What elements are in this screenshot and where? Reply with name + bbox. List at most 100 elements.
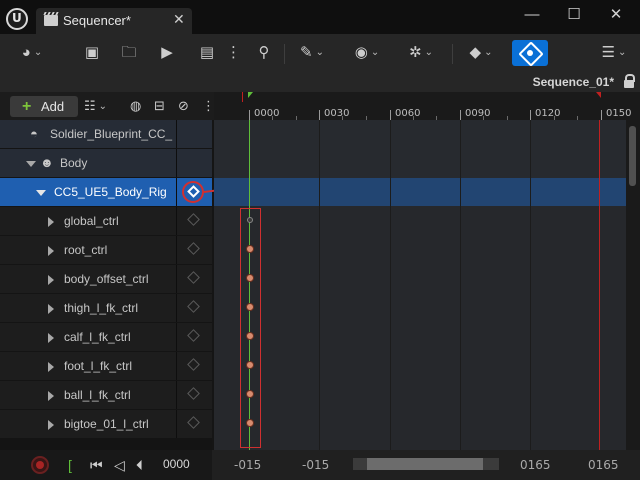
playback-end-line[interactable] bbox=[599, 120, 600, 450]
track-row-ctrl[interactable]: root_ctrl bbox=[0, 236, 212, 264]
sequence-bar: Sequence_01* bbox=[0, 72, 640, 92]
track-outliner: ◓ Soldier_Blueprint_CC_ ☻ Body CC5_UE5_B… bbox=[0, 120, 212, 450]
world-menu-button[interactable]: ◕ ⌄ bbox=[12, 42, 52, 64]
expand-arrow-icon[interactable] bbox=[48, 333, 54, 343]
filter-menu-button[interactable]: ☷ ⌄ bbox=[84, 96, 116, 116]
sequence-name[interactable]: Sequence_01* bbox=[533, 75, 614, 89]
record-button[interactable] bbox=[31, 456, 49, 474]
window-maximize-button[interactable]: ☐ bbox=[560, 4, 588, 26]
playback-bar: [ ⏮ ◁ ⏴ 0000 -015 -015 0165 0165 bbox=[0, 450, 640, 480]
track-row-ctrl[interactable]: foot_l_fk_ctrl bbox=[0, 352, 212, 380]
tab-sequencer[interactable]: Sequencer* ✕ bbox=[36, 8, 192, 34]
keyframe[interactable] bbox=[246, 419, 254, 427]
unreal-logo-icon[interactable] bbox=[6, 8, 28, 30]
grid-line bbox=[319, 120, 320, 450]
track-row-ctrl[interactable]: calf_l_fk_ctrl bbox=[0, 323, 212, 351]
actor-icon: ◓ bbox=[30, 126, 38, 141]
ruler-tick bbox=[460, 110, 461, 120]
more-options-button[interactable]: ⋮ bbox=[226, 42, 241, 64]
clapper-icon bbox=[44, 15, 58, 26]
track-options-button[interactable]: ⊟ bbox=[154, 96, 170, 116]
timeline-ruler[interactable]: 0000 0030 0060 0090 0120 0150 bbox=[214, 92, 640, 120]
scrollbar-thumb[interactable] bbox=[629, 126, 636, 186]
view-range-end[interactable]: 0165 bbox=[588, 458, 619, 472]
jump-to-start-button[interactable]: [ bbox=[68, 454, 72, 476]
add-track-button[interactable]: + Add bbox=[10, 96, 78, 117]
track-row-soldier[interactable]: ◓ Soldier_Blueprint_CC_ bbox=[0, 120, 212, 148]
ruler-tick bbox=[249, 110, 250, 120]
keyframe[interactable] bbox=[247, 217, 253, 223]
current-frame-display[interactable]: 0000 bbox=[163, 457, 190, 471]
window-close-button[interactable]: ✕ bbox=[602, 4, 630, 26]
link-button[interactable]: ⊘ bbox=[178, 96, 194, 116]
track-label: Soldier_Blueprint_CC_ bbox=[50, 127, 173, 141]
expand-arrow-icon[interactable] bbox=[48, 275, 54, 285]
track-row-ctrl[interactable]: thigh_l_fk_ctrl bbox=[0, 294, 212, 322]
lock-icon[interactable] bbox=[624, 74, 635, 88]
gear-icon: ✲ bbox=[409, 44, 422, 61]
add-key-icon[interactable] bbox=[187, 300, 200, 313]
play-reverse-button[interactable]: ⏴ bbox=[136, 454, 143, 476]
add-key-icon[interactable] bbox=[187, 242, 200, 255]
mute-button[interactable]: ◍ bbox=[130, 96, 146, 116]
vertical-scrollbar[interactable] bbox=[626, 120, 640, 450]
tab-close-button[interactable]: ✕ bbox=[173, 11, 185, 28]
save-button[interactable]: ▣ bbox=[82, 42, 102, 64]
track-label: Body bbox=[60, 156, 88, 170]
add-key-icon[interactable] bbox=[187, 416, 200, 429]
expand-arrow-icon[interactable] bbox=[48, 246, 54, 256]
track-row-control-rig[interactable]: CC5_UE5_Body_Rig bbox=[0, 178, 212, 206]
range-scrollbar[interactable] bbox=[353, 458, 499, 470]
range-scrollbar-thumb[interactable] bbox=[367, 458, 483, 470]
expand-arrow-icon[interactable] bbox=[48, 391, 54, 401]
track-row-ctrl[interactable]: ball_l_fk_ctrl bbox=[0, 381, 212, 409]
expand-arrow-icon[interactable] bbox=[48, 362, 54, 372]
tools-menu-button[interactable]: ✎ ⌄ bbox=[292, 42, 332, 64]
more-outliner-button[interactable]: ⋮ bbox=[202, 96, 215, 116]
settings-menu-button[interactable]: ✲ ⌄ bbox=[400, 42, 442, 64]
clapper-icon: ▤ bbox=[199, 44, 215, 61]
render-button[interactable]: ▤ bbox=[196, 42, 218, 64]
keyframe[interactable] bbox=[246, 303, 254, 311]
add-key-icon[interactable] bbox=[187, 271, 200, 284]
track-label: root_ctrl bbox=[64, 243, 108, 257]
keyframe[interactable] bbox=[246, 361, 254, 369]
toolbar-divider bbox=[284, 44, 285, 64]
view-range-start[interactable]: -015 bbox=[234, 458, 261, 472]
previous-frame-button[interactable]: ⏮ bbox=[90, 454, 103, 476]
working-range-start[interactable]: -015 bbox=[302, 458, 329, 472]
add-key-icon[interactable] bbox=[187, 213, 200, 226]
key-interpolation-button[interactable]: ◆ ⌄ bbox=[460, 42, 502, 64]
playhead-handle[interactable] bbox=[248, 92, 253, 98]
collapse-arrow-icon[interactable] bbox=[36, 190, 46, 196]
browse-button[interactable]: 🗀 bbox=[118, 42, 140, 64]
track-row-ctrl[interactable]: body_offset_ctrl bbox=[0, 265, 212, 293]
actor-button[interactable]: ⚲ bbox=[252, 42, 276, 64]
expand-arrow-icon[interactable] bbox=[48, 304, 54, 314]
hamburger-menu-button[interactable]: ☰ ⌄ bbox=[596, 42, 632, 64]
expand-arrow-icon[interactable] bbox=[48, 217, 54, 227]
track-row-ctrl[interactable]: global_ctrl bbox=[0, 207, 212, 235]
expand-arrow-icon[interactable] bbox=[48, 420, 54, 430]
window-minimize-button[interactable]: — bbox=[518, 4, 546, 26]
track-row-body[interactable]: ☻ Body bbox=[0, 149, 212, 177]
add-key-icon[interactable] bbox=[187, 387, 200, 400]
keyframe[interactable] bbox=[246, 332, 254, 340]
add-key-icon[interactable] bbox=[187, 329, 200, 342]
track-label: calf_l_fk_ctrl bbox=[64, 330, 131, 344]
curve-editor-button[interactable] bbox=[512, 40, 548, 66]
track-row-ctrl[interactable]: bigtoe_01_l_ctrl bbox=[0, 410, 212, 438]
camera-button[interactable]: ▶ bbox=[156, 42, 178, 64]
end-marker[interactable] bbox=[596, 92, 601, 98]
column-divider bbox=[176, 410, 177, 438]
previous-key-button[interactable]: ◁ bbox=[114, 454, 125, 476]
view-options-button[interactable]: ◉ ⌄ bbox=[346, 42, 388, 64]
add-key-icon[interactable] bbox=[187, 358, 200, 371]
keyframe[interactable] bbox=[246, 245, 254, 253]
timeline-track-area[interactable] bbox=[214, 120, 626, 450]
keyframe[interactable] bbox=[246, 390, 254, 398]
world-icon: ◕ bbox=[21, 44, 31, 61]
keyframe[interactable] bbox=[246, 274, 254, 282]
working-range-end[interactable]: 0165 bbox=[520, 458, 551, 472]
collapse-arrow-icon[interactable] bbox=[26, 161, 36, 167]
